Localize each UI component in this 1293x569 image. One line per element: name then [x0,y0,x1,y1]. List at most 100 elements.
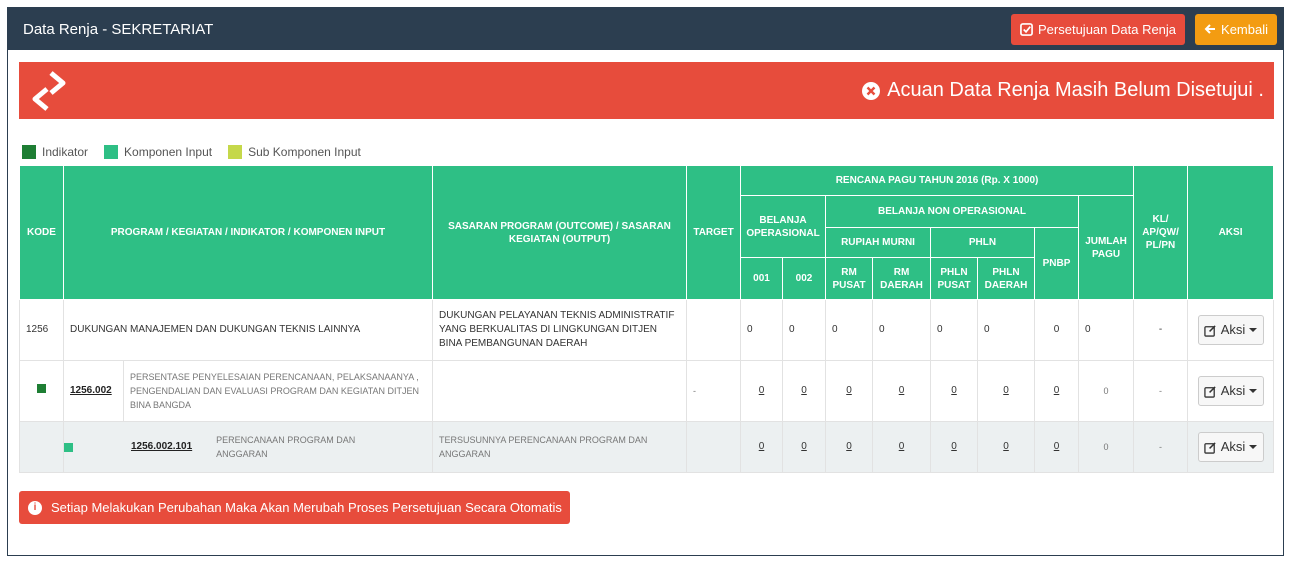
col-belanja-operasional: BELANJA OPERASIONAL [740,195,827,258]
legend-swatch [104,145,119,159]
back-button[interactable]: Kembali [1195,13,1277,45]
value-001-link[interactable]: 0 [759,441,765,452]
row-target: - [686,360,742,422]
row-target [686,299,742,361]
value-phln-pusat-link[interactable]: 0 [951,441,957,452]
value-rm-daerah-link[interactable]: 0 [899,385,905,396]
col-aksi: AKSI [1187,165,1275,300]
aksi-dropdown-button[interactable]: Aksi [1197,432,1264,462]
row-kl: - [1133,299,1189,361]
auto-approval-warning: i Setiap Melakukan Perubahan Maka Akan M… [19,491,570,524]
legend-item-komponen: Komponen Input [104,145,212,159]
legend-label: Sub Komponen Input [248,145,361,159]
legend: Indikator Komponen Input Sub Komponen In… [22,145,361,159]
table-row: 1256.002 PERSENTASE PENYELESAIAN PERENCA… [19,360,1275,422]
renja-table: KODE PROGRAM / KEGIATAN / INDIKATOR / KO… [19,165,1275,473]
banner-message: Acuan Data Renja Masih Belum Disetujui . [861,79,1264,102]
value-001: 0 [740,299,784,361]
row-kl: - [1133,421,1189,473]
col-kode: KODE [19,165,64,300]
caret-down-icon [1249,328,1258,332]
value-002: 0 [782,299,827,361]
top-bar: Data Renja - SEKRETARIAT Persetujuan Dat… [8,8,1283,50]
row-sasaran: DUKUNGAN PELAYANAN TEKNIS ADMINISTRATIF … [432,299,688,361]
row-sasaran [432,360,688,422]
row-program: PERENCANAAN PROGRAM DAN ANGGARAN [216,435,356,459]
col-rupiah-murni: RUPIAH MURNI [825,227,932,258]
edit-icon [1204,441,1216,454]
row-target [686,421,742,473]
times-circle-icon [862,81,881,100]
value-rm-daerah: 0 [872,299,932,361]
col-rencana-pagu: RENCANA PAGU TAHUN 2016 (Rp. X 1000) [740,165,1135,196]
col-phln-daerah: PHLN DAERAH [977,257,1036,300]
legend-label: Indikator [42,145,89,159]
value-pnbp-link[interactable]: 0 [1054,385,1060,396]
edit-icon [1204,385,1216,398]
col-pnbp: PNBP [1034,227,1080,300]
value-jumlah: 0 [1078,421,1135,473]
row-program: DUKUNGAN MANAJEMEN DAN DUKUNGAN TEKNIS L… [62,299,434,361]
col-kl: KL/ AP/QW/ PL/PN [1133,165,1189,300]
col-rm-pusat: RM PUSAT [825,257,874,300]
table-row: 1256.002.101 PERENCANAAN PROGRAM DAN ANG… [19,421,1275,473]
aksi-label: Aksi [1220,322,1246,337]
approval-status-banner: Acuan Data Renja Masih Belum Disetujui . [19,62,1274,119]
legend-item-indikator: Indikator [22,145,88,159]
row-program: PERSENTASE PENYELESAIAN PERENCANAAN, PEL… [122,360,434,422]
value-002-link[interactable]: 0 [801,385,807,396]
approve-renja-button[interactable]: Persetujuan Data Renja [1011,13,1186,45]
row-kl: - [1133,360,1189,422]
value-rm-pusat-link[interactable]: 0 [846,385,852,396]
value-rm-daerah-link[interactable]: 0 [899,441,905,452]
warning-text: Setiap Melakukan Perubahan Maka Akan Mer… [51,500,562,515]
value-phln-daerah-link[interactable]: 0 [1003,441,1009,452]
row-kode: 1256 [19,299,64,361]
banner-text: Acuan Data Renja Masih Belum Disetujui . [887,79,1264,101]
col-jumlah-pagu: JUMLAH PAGU [1078,195,1135,300]
legend-swatch [22,145,36,159]
arrow-left-icon [1204,24,1216,34]
indikator-marker-cell [19,360,64,422]
row-aksi-cell: Aksi [1187,299,1275,361]
aksi-dropdown-button[interactable]: Aksi [1197,376,1264,406]
app-logo-icon [32,70,66,111]
value-rm-pusat-link[interactable]: 0 [846,441,852,452]
value-001-link[interactable]: 0 [759,385,765,396]
value-pnbp-link[interactable]: 0 [1054,441,1060,452]
indikator-square-icon [37,384,46,393]
value-phln-pusat: 0 [930,299,979,361]
row-aksi-cell: Aksi [1187,360,1275,422]
col-belanja-non-operasional: BELANJA NON OPERASIONAL [825,195,1080,228]
value-phln-daerah: 0 [977,299,1036,361]
row-kode-link[interactable]: 1256.002.101 [131,440,192,454]
row-program-cell: 1256.002.101 PERENCANAAN PROGRAM DAN ANG… [62,421,434,473]
col-rm-daerah: RM DAERAH [872,257,932,300]
col-program: PROGRAM / KEGIATAN / INDIKATOR / KOMPONE… [62,165,434,300]
value-002-link[interactable]: 0 [801,441,807,452]
col-target: TARGET [686,165,742,300]
row-sasaran: TERSUSUNNYA PERENCANAAN PROGRAM DAN ANGG… [432,421,688,473]
aksi-label: Aksi [1220,383,1246,398]
back-label: Kembali [1221,21,1268,37]
komponen-square-icon [64,442,73,452]
aksi-dropdown-button[interactable]: Aksi [1197,315,1264,345]
value-phln-pusat-link[interactable]: 0 [951,385,957,396]
legend-item-sub-komponen: Sub Komponen Input [228,145,361,159]
blank-cell [19,421,64,473]
caret-down-icon [1249,389,1258,393]
edit-icon [1204,324,1216,337]
page-title: Data Renja - SEKRETARIAT [23,20,214,38]
col-002: 002 [782,257,827,300]
info-circle-icon: i [28,500,42,515]
header-actions: Persetujuan Data Renja Kembali [1011,13,1277,45]
value-jumlah: 0 [1078,360,1135,422]
legend-swatch [228,145,243,159]
caret-down-icon [1249,445,1258,449]
col-sasaran: SASARAN PROGRAM (OUTCOME) / SASARAN KEGI… [432,165,688,300]
col-phln-pusat: PHLN PUSAT [930,257,979,300]
row-kode-link[interactable]: 1256.002 [70,385,112,396]
value-phln-daerah-link[interactable]: 0 [1003,385,1009,396]
main-panel: Data Renja - SEKRETARIAT Persetujuan Dat… [7,7,1284,556]
legend-label: Komponen Input [124,145,213,159]
